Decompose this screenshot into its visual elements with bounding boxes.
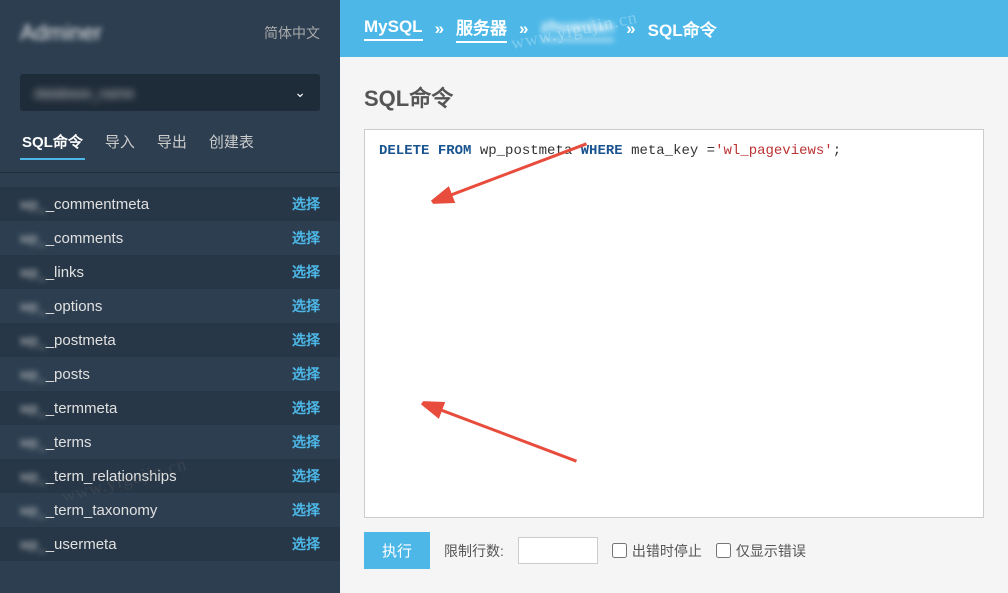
table-name: _term_relationships — [46, 468, 292, 485]
breadcrumb-current: SQL命令 — [648, 16, 717, 41]
select-link[interactable]: 选择 — [292, 296, 320, 316]
table-row[interactable]: wp__comments选择 — [0, 221, 340, 255]
sidebar: Adminer 简体中文 database_name ⌄ SQL命令 导入 导出… — [0, 0, 340, 593]
tab-export[interactable]: 导出 — [155, 125, 189, 160]
execute-button[interactable]: 执行 — [364, 532, 430, 569]
table-name: _comments — [46, 230, 292, 247]
table-name: _commentmeta — [46, 196, 292, 213]
breadcrumb-server[interactable]: 服务器 — [456, 14, 507, 43]
main-content: MySQL » 服务器 » zhuanlan » SQL命令 SQL命令 DEL… — [340, 0, 1008, 593]
breadcrumb-engine[interactable]: MySQL — [364, 17, 423, 41]
breadcrumb-separator: » — [519, 19, 528, 39]
table-row[interactable]: wp__term_taxonomy选择 — [0, 493, 340, 527]
database-name: database_name — [34, 85, 294, 101]
breadcrumb: MySQL » 服务器 » zhuanlan » SQL命令 — [340, 0, 1008, 57]
select-link[interactable]: 选择 — [292, 364, 320, 384]
select-link[interactable]: 选择 — [292, 228, 320, 248]
select-link[interactable]: 选择 — [292, 330, 320, 350]
select-link[interactable]: 选择 — [292, 534, 320, 554]
select-link[interactable]: 选择 — [292, 194, 320, 214]
limit-label: 限制行数: — [444, 541, 504, 561]
table-name: _links — [46, 264, 292, 281]
action-bar: 执行 限制行数: 出错时停止 仅显示错误 — [364, 532, 984, 569]
breadcrumb-separator: » — [435, 19, 444, 39]
table-row[interactable]: wp__termmeta选择 — [0, 391, 340, 425]
table-list: wp__commentmeta选择 wp__comments选择 wp__lin… — [0, 173, 340, 593]
tab-create-table[interactable]: 创建表 — [207, 125, 256, 160]
stop-on-error-checkbox[interactable]: 出错时停止 — [612, 541, 702, 561]
logo: Adminer — [20, 20, 102, 46]
table-name: _postmeta — [46, 332, 292, 349]
breadcrumb-separator: » — [626, 19, 635, 39]
table-row[interactable]: wp__term_relationships选择 — [0, 459, 340, 493]
logo-area: Adminer 简体中文 — [0, 0, 340, 66]
limit-rows-input[interactable] — [518, 537, 598, 564]
database-selector[interactable]: database_name ⌄ — [20, 74, 320, 111]
only-errors-checkbox[interactable]: 仅显示错误 — [716, 541, 806, 561]
table-row[interactable]: wp__options选择 — [0, 289, 340, 323]
sql-editor[interactable]: DELETE FROM wp_postmeta WHERE meta_key =… — [364, 129, 984, 518]
table-name: _termmeta — [46, 400, 292, 417]
table-name: _options — [46, 298, 292, 315]
page-title: SQL命令 — [364, 81, 984, 113]
sidebar-tabs: SQL命令 导入 导出 创建表 — [0, 125, 340, 173]
table-name: _terms — [46, 434, 292, 451]
select-link[interactable]: 选择 — [292, 500, 320, 520]
table-name: _usermeta — [46, 536, 292, 553]
stop-on-error-input[interactable] — [612, 543, 627, 558]
table-row[interactable]: wp__posts选择 — [0, 357, 340, 391]
table-name: _posts — [46, 366, 292, 383]
tab-import[interactable]: 导入 — [103, 125, 137, 160]
select-link[interactable]: 选择 — [292, 432, 320, 452]
tab-sql-command[interactable]: SQL命令 — [20, 125, 85, 160]
language-label[interactable]: 简体中文 — [264, 23, 320, 43]
table-row[interactable]: wp__terms选择 — [0, 425, 340, 459]
table-row[interactable]: wp__usermeta选择 — [0, 527, 340, 561]
table-name: _term_taxonomy — [46, 502, 292, 519]
only-errors-input[interactable] — [716, 543, 731, 558]
breadcrumb-database[interactable]: zhuanlan — [541, 17, 615, 41]
table-row[interactable]: wp__links选择 — [0, 255, 340, 289]
chevron-down-icon: ⌄ — [294, 84, 306, 101]
select-link[interactable]: 选择 — [292, 466, 320, 486]
table-row[interactable]: wp__commentmeta选择 — [0, 187, 340, 221]
content-area: SQL命令 DELETE FROM wp_postmeta WHERE meta… — [340, 57, 1008, 593]
select-link[interactable]: 选择 — [292, 398, 320, 418]
select-link[interactable]: 选择 — [292, 262, 320, 282]
table-row[interactable]: wp__postmeta选择 — [0, 323, 340, 357]
